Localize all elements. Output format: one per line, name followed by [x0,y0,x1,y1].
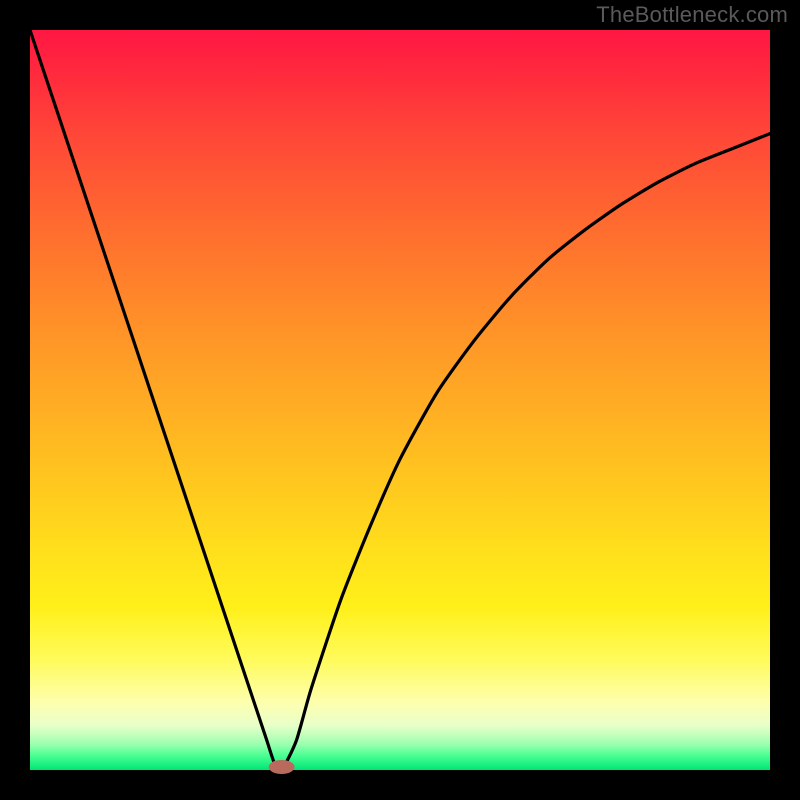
chart-frame: TheBottleneck.com [0,0,800,800]
bottleneck-curve [30,30,770,771]
plot-area [30,30,770,770]
min-marker [269,760,295,774]
watermark-text: TheBottleneck.com [596,2,788,28]
chart-svg [30,30,770,770]
